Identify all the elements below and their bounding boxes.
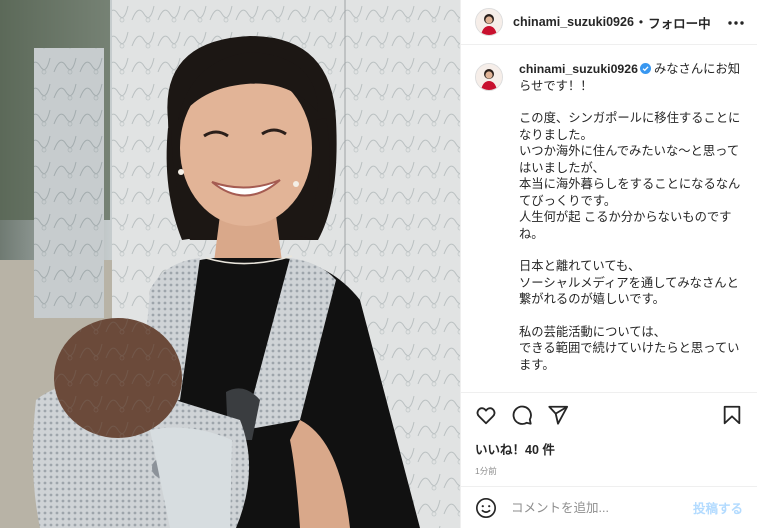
heart-icon[interactable] (475, 404, 497, 426)
header-username[interactable]: chinami_suzuki0926 (513, 15, 634, 29)
caption-gap (519, 242, 743, 258)
comment-input[interactable] (509, 499, 693, 516)
send-icon[interactable] (547, 404, 569, 426)
comment-bar: 投稿する (461, 486, 757, 528)
post-header: chinami_suzuki0926 • フォロー中 (461, 0, 757, 45)
verified-badge-icon (639, 63, 651, 74)
post-comment-button[interactable]: 投稿する (693, 498, 743, 517)
caption-gap (519, 94, 743, 110)
caption-gap (519, 308, 743, 324)
comment-icon[interactable] (511, 404, 533, 426)
following-button[interactable]: フォロー中 (648, 13, 711, 32)
post-photo-illustration (0, 0, 460, 528)
post-photo[interactable] (0, 0, 460, 528)
caption-line-8: ソーシャルメディアを通してみなさんと繋がれるのが嬉しいです。 (519, 275, 739, 307)
caption-area: chinami_suzuki0926 みなさんにお知らせです！！ この度、シンガポ… (461, 45, 757, 392)
post-side-panel: chinami_suzuki0926 • フォロー中 chinami_suzuk… (460, 0, 757, 528)
caption-line-7: 日本と離れていても、 (519, 259, 641, 273)
caption-line-3: いつか海外に住んでみたいな〜と思ってはいましたが、 (519, 144, 740, 175)
more-horizontal-icon[interactable] (727, 13, 745, 31)
caption-line-5: 人生何が起 こるか分からないものですね。 (519, 210, 732, 241)
action-icon-row (475, 403, 743, 427)
post-timestamp[interactable]: 1分前 (475, 465, 743, 477)
emoji-icon[interactable] (475, 497, 497, 519)
caption-avatar[interactable] (475, 63, 503, 91)
bookmark-icon[interactable] (721, 404, 743, 426)
caption-username[interactable]: chinami_suzuki0926 (519, 62, 638, 76)
post-actions: いいね！40 件 1分前 (461, 392, 757, 486)
caption-line-2: この度、シンガポールに移住することになりました。 (519, 111, 741, 142)
instagram-post: chinami_suzuki0926 • フォロー中 chinami_suzuk… (0, 0, 757, 528)
likes-count[interactable]: いいね！40 件 (475, 439, 743, 458)
avatar[interactable] (475, 8, 503, 36)
caption-line-4: 本当に海外暮らしをすることになるなんてびっくりです。 (519, 177, 741, 208)
caption-line-10: 私の芸能活動については、 (519, 324, 666, 339)
avatar-image (476, 9, 502, 35)
caption-line-11: できる範囲で続けていけたらと思っています。 (519, 341, 740, 372)
caption-row: chinami_suzuki0926 みなさんにお知らせです！！ この度、シンガポ… (475, 61, 743, 373)
header-separator: • (638, 15, 644, 29)
caption-avatar-image (476, 64, 502, 90)
caption-text: chinami_suzuki0926 みなさんにお知らせです！！ この度、シンガポ… (519, 61, 743, 373)
